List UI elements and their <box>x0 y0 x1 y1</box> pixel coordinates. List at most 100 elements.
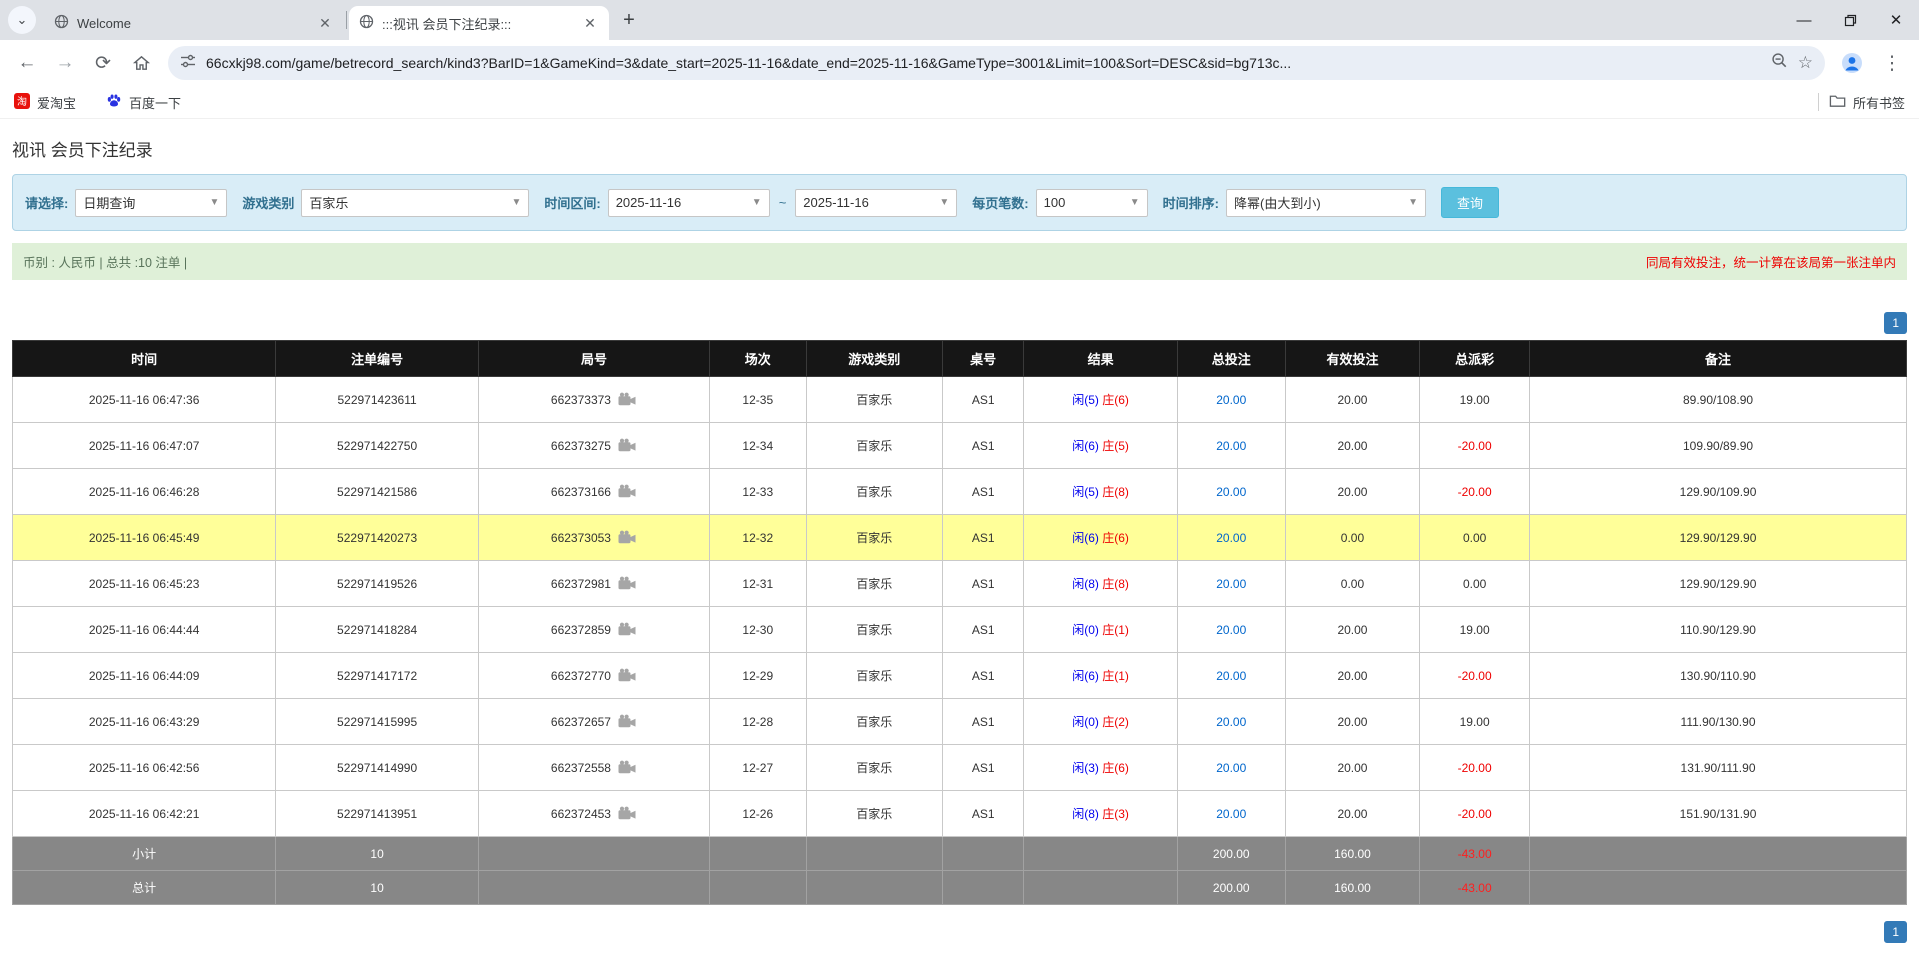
cell-result: 闲(5) 庄(8) <box>1024 469 1177 515</box>
close-window-button[interactable]: ✕ <box>1873 0 1919 40</box>
total-bet-link[interactable]: 20.00 <box>1216 439 1246 453</box>
site-info-icon[interactable] <box>180 53 196 74</box>
total-bet-link[interactable]: 20.00 <box>1216 577 1246 591</box>
result-banker: 庄(1) <box>1102 669 1129 683</box>
result-player: 闲(6) <box>1072 669 1099 683</box>
video-icon[interactable] <box>617 530 637 545</box>
bookmark-label: 百度一下 <box>129 93 181 112</box>
cell-game-type: 百家乐 <box>806 791 942 837</box>
table-body: 2025-11-16 06:47:36522971423611662373373… <box>13 377 1907 837</box>
cell-time: 2025-11-16 06:44:09 <box>13 653 276 699</box>
cell-table-no: AS1 <box>942 699 1023 745</box>
all-bookmarks[interactable]: 所有书签 <box>1829 93 1905 112</box>
bookmark-baidu[interactable]: 百度一下 <box>106 93 181 112</box>
bookmark-taobao[interactable]: 淘 爱淘宝 <box>14 93 76 112</box>
cell-total-bet: 20.00 <box>1177 653 1285 699</box>
forward-icon[interactable]: → <box>48 46 82 80</box>
cell-result: 闲(8) 庄(8) <box>1024 561 1177 607</box>
result-player: 闲(6) <box>1072 531 1099 545</box>
cell-game-type: 百家乐 <box>806 561 942 607</box>
cell-time: 2025-11-16 06:42:21 <box>13 791 276 837</box>
all-bookmarks-label: 所有书签 <box>1853 93 1905 112</box>
home-icon[interactable] <box>124 46 158 80</box>
date-start-select[interactable]: 2025-11-16 ▼ <box>608 189 770 217</box>
cell-total-bet: 20.00 <box>1177 469 1285 515</box>
total-bet-link[interactable]: 20.00 <box>1216 623 1246 637</box>
minimize-button[interactable]: — <box>1781 0 1827 40</box>
table-row: 2025-11-16 06:42:56522971414990662372558… <box>13 745 1907 791</box>
valid-bet-notice: 同局有效投注，统一计算在该局第一张注单内 <box>1646 252 1896 271</box>
search-button[interactable]: 查询 <box>1441 187 1499 218</box>
video-icon[interactable] <box>617 392 637 407</box>
header-bet-id: 注单编号 <box>276 341 479 377</box>
cell-game-type: 百家乐 <box>806 469 942 515</box>
total-bet-link[interactable]: 20.00 <box>1216 393 1246 407</box>
tab-search-button[interactable]: ⌄ <box>8 6 36 34</box>
close-icon[interactable]: ✕ <box>581 14 599 32</box>
page-number-button[interactable]: 1 <box>1884 921 1907 943</box>
cell-payout: -20.00 <box>1420 791 1530 837</box>
chevron-down-icon: ▼ <box>511 197 521 208</box>
cell-remark: 129.90/129.90 <box>1530 515 1907 561</box>
close-icon[interactable]: ✕ <box>316 14 334 32</box>
subtotal-payout: -43.00 <box>1420 837 1530 871</box>
tab-bet-records[interactable]: :::视讯 会员下注纪录::: ✕ <box>349 6 609 40</box>
navigation-bar: ← → ⟳ 66cxkj98.com/game/betrecord_search… <box>0 40 1919 86</box>
video-icon[interactable] <box>617 438 637 453</box>
address-bar[interactable]: 66cxkj98.com/game/betrecord_search/kind3… <box>168 46 1825 80</box>
video-icon[interactable] <box>617 622 637 637</box>
total-bet-link[interactable]: 20.00 <box>1216 715 1246 729</box>
video-icon[interactable] <box>617 668 637 683</box>
total-bet-link[interactable]: 20.00 <box>1216 485 1246 499</box>
cell-result: 闲(0) 庄(1) <box>1024 607 1177 653</box>
table-row: 2025-11-16 06:45:49522971420273662373053… <box>13 515 1907 561</box>
tab-welcome[interactable]: Welcome ✕ <box>44 6 344 40</box>
query-type-value: 日期查询 <box>83 193 135 212</box>
per-page-select[interactable]: 100 ▼ <box>1036 189 1148 217</box>
video-icon[interactable] <box>617 806 637 821</box>
cell-result: 闲(6) 庄(1) <box>1024 653 1177 699</box>
cell-total-bet: 20.00 <box>1177 515 1285 561</box>
bookmark-star-icon[interactable]: ☆ <box>1798 53 1813 73</box>
cell-game-type: 百家乐 <box>806 607 942 653</box>
total-bet-link[interactable]: 20.00 <box>1216 807 1246 821</box>
cell-remark: 111.90/130.90 <box>1530 699 1907 745</box>
time-sort-value: 降幂(由大到小) <box>1234 193 1321 212</box>
cell-round-id: 662372453 <box>478 791 709 837</box>
summary-bar: 币别 : 人民币 | 总共 :10 注单 | 同局有效投注，统一计算在该局第一张… <box>12 243 1907 280</box>
query-type-select[interactable]: 日期查询 ▼ <box>75 189 227 217</box>
total-label: 总计 <box>13 871 276 905</box>
cell-total-bet: 20.00 <box>1177 607 1285 653</box>
cell-table-no: AS1 <box>942 561 1023 607</box>
video-icon[interactable] <box>617 760 637 775</box>
menu-dots-icon[interactable]: ⋮ <box>1875 46 1909 80</box>
url-text[interactable]: 66cxkj98.com/game/betrecord_search/kind3… <box>206 55 1761 71</box>
bookmark-label: 爱淘宝 <box>37 93 76 112</box>
cell-remark: 131.90/111.90 <box>1530 745 1907 791</box>
video-icon[interactable] <box>617 714 637 729</box>
cell-time: 2025-11-16 06:42:56 <box>13 745 276 791</box>
cell-round-id: 662372859 <box>478 607 709 653</box>
profile-avatar[interactable] <box>1835 46 1869 80</box>
time-sort-select[interactable]: 降幂(由大到小) ▼ <box>1226 189 1426 217</box>
total-bet-link[interactable]: 20.00 <box>1216 531 1246 545</box>
cell-game-type: 百家乐 <box>806 699 942 745</box>
game-category-select[interactable]: 百家乐 ▼ <box>301 189 529 217</box>
restore-button[interactable] <box>1827 0 1873 40</box>
back-icon[interactable]: ← <box>10 46 44 80</box>
cell-total-bet: 20.00 <box>1177 377 1285 423</box>
table-row: 2025-11-16 06:44:09522971417172662372770… <box>13 653 1907 699</box>
reload-icon[interactable]: ⟳ <box>86 46 120 80</box>
result-banker: 庄(6) <box>1102 761 1129 775</box>
zoom-out-icon[interactable] <box>1771 52 1788 74</box>
video-icon[interactable] <box>617 576 637 591</box>
total-bet-link[interactable]: 20.00 <box>1216 669 1246 683</box>
new-tab-button[interactable]: + <box>615 6 643 34</box>
chevron-down-icon: ▼ <box>939 197 949 208</box>
page-number-button[interactable]: 1 <box>1884 312 1907 334</box>
total-valid-bet: 160.00 <box>1285 871 1419 905</box>
video-icon[interactable] <box>617 484 637 499</box>
cell-valid-bet: 0.00 <box>1285 515 1419 561</box>
date-end-select[interactable]: 2025-11-16 ▼ <box>795 189 957 217</box>
total-bet-link[interactable]: 20.00 <box>1216 761 1246 775</box>
